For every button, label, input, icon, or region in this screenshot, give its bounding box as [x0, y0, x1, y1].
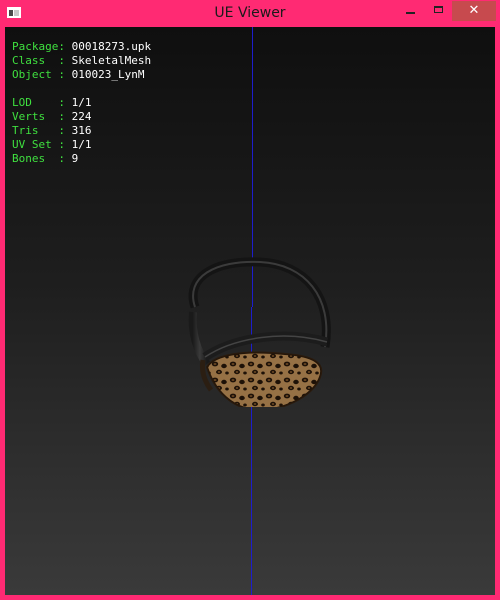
info-value: 010023_LynM — [71, 68, 145, 81]
info-row-object: Object : 010023_LynM — [12, 68, 151, 82]
info-value: 1/1 — [71, 96, 92, 109]
info-key: Object : — [12, 68, 72, 81]
maximize-button[interactable] — [425, 0, 452, 21]
info-value: 1/1 — [71, 138, 92, 151]
info-value: 224 — [71, 110, 92, 123]
minimize-icon — [406, 12, 415, 14]
app-window: UE Viewer ✕ Package: 00018273.upk Class … — [0, 0, 500, 600]
info-row-package: Package: 00018273.upk — [12, 40, 151, 54]
info-key: Package: — [12, 40, 72, 53]
info-key: Verts : — [12, 110, 72, 123]
close-icon: ✕ — [468, 3, 480, 18]
mesh-model-eyepatch — [188, 257, 331, 407]
minimize-button[interactable] — [397, 0, 425, 21]
3d-viewport[interactable]: Package: 00018273.upk Class : SkeletalMe… — [5, 27, 495, 595]
info-row-verts: Verts : 224 — [12, 110, 151, 124]
info-key: UV Set : — [12, 138, 72, 151]
info-value: 00018273.upk — [71, 40, 152, 53]
info-value: 9 — [71, 152, 79, 165]
info-row-class: Class : SkeletalMesh — [12, 54, 151, 68]
info-row-tris: Tris : 316 — [12, 124, 151, 138]
info-key: Tris : — [12, 124, 72, 137]
close-button[interactable]: ✕ — [452, 1, 496, 21]
info-value: SkeletalMesh — [71, 54, 152, 67]
info-row-bones: Bones : 9 — [12, 152, 151, 166]
info-key: Bones : — [12, 152, 72, 165]
info-key: Class : — [12, 54, 72, 67]
info-key: LOD : — [12, 96, 72, 109]
info-row-uvset: UV Set : 1/1 — [12, 138, 151, 152]
info-value: 316 — [71, 124, 92, 137]
maximize-icon — [434, 6, 443, 13]
info-row-lod: LOD : 1/1 — [12, 96, 151, 110]
mesh-info-overlay: Package: 00018273.upk Class : SkeletalMe… — [12, 40, 151, 166]
title-bar[interactable]: UE Viewer ✕ — [0, 0, 500, 27]
